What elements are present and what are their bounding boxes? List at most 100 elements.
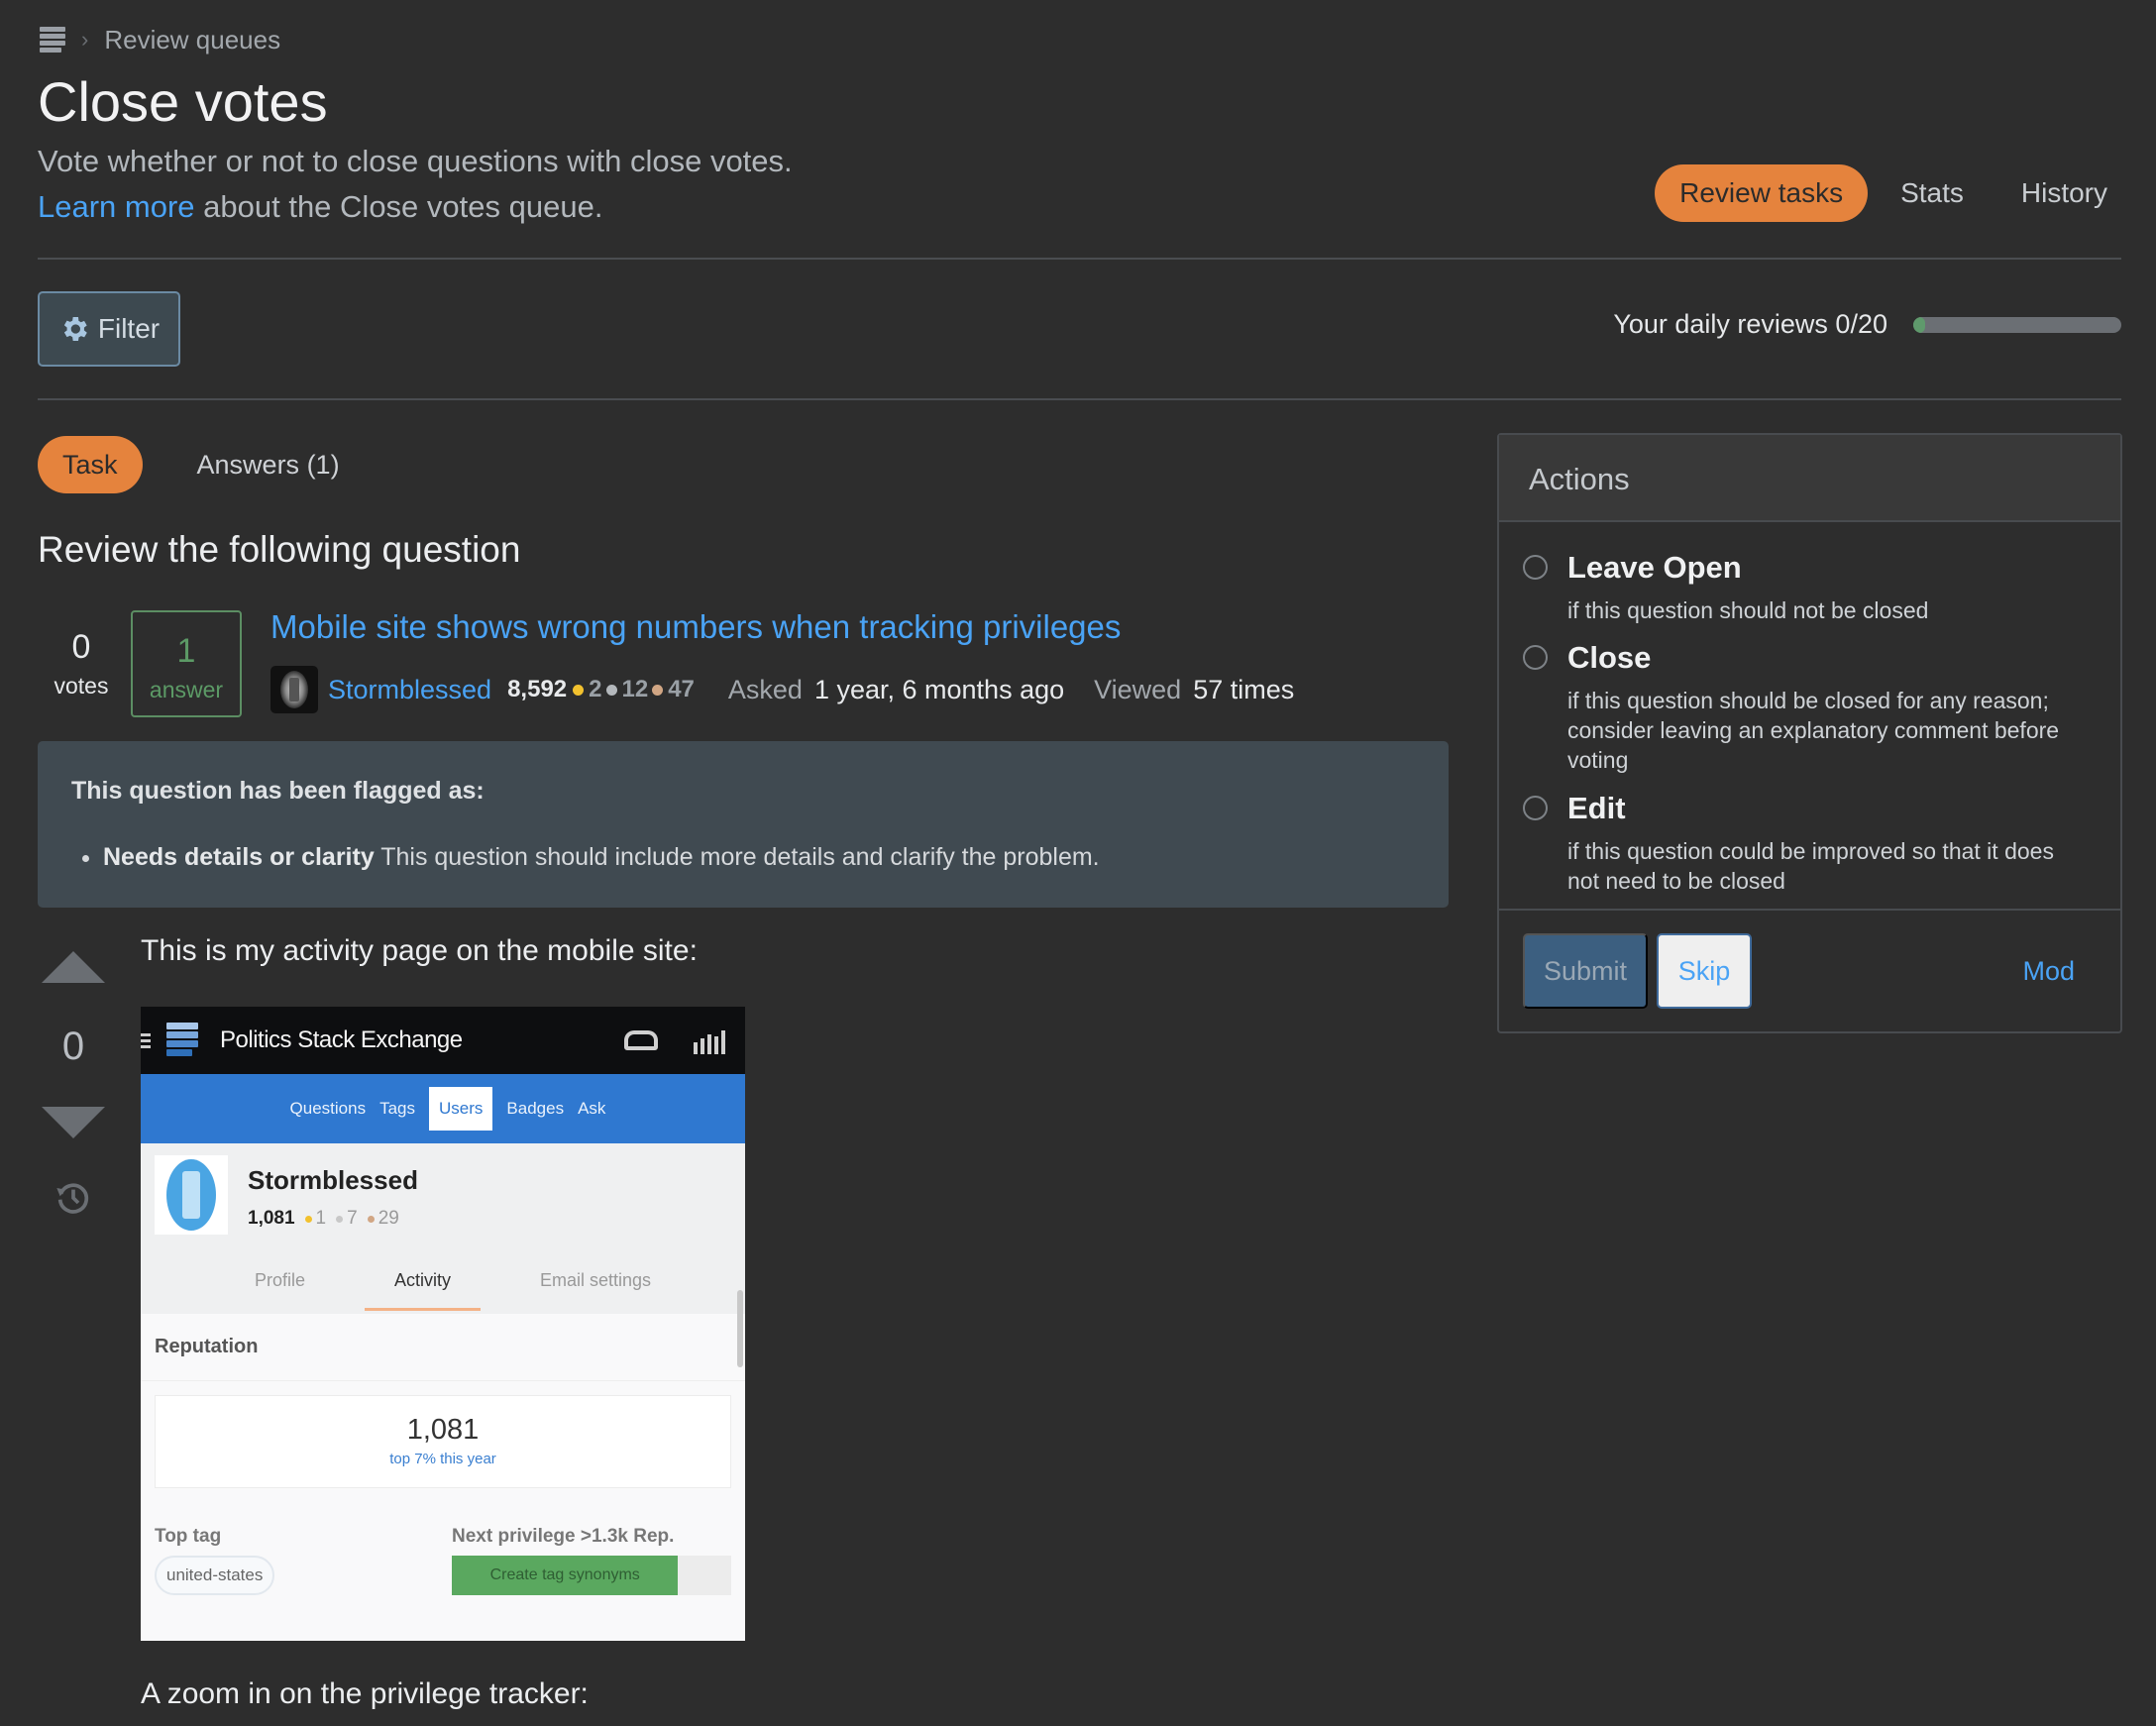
author-reputation: 8,592 <box>507 676 568 702</box>
tab-task[interactable]: Task <box>38 436 143 493</box>
tab-answers[interactable]: Answers (1) <box>172 436 365 493</box>
avatar[interactable] <box>270 666 318 713</box>
gold-badge-icon <box>573 684 585 696</box>
mobile-privilege-progress-fill: Create tag synonyms <box>452 1556 679 1595</box>
downvote-button[interactable] <box>42 1107 105 1138</box>
divider <box>38 258 2121 260</box>
mobile-top-tag: united-states <box>155 1556 275 1595</box>
votes-label: votes <box>54 673 109 699</box>
option-text: Leave Open if this question should not be… <box>1567 550 2083 625</box>
mobile-avatar <box>155 1155 228 1235</box>
mobile-rep: 1,081 <box>248 1208 295 1229</box>
flag-reason-description: This question should include more detail… <box>374 843 1100 871</box>
review-heading: Review the following question <box>38 529 521 570</box>
mobile-nav-questions: Questions <box>289 1099 367 1118</box>
mobile-nav-tags: Tags <box>379 1099 416 1118</box>
leave-open-radio[interactable] <box>1523 555 1548 580</box>
mobile-rep-box: 1,081 top 7% this year <box>155 1395 731 1488</box>
mobile-rep-big: 1,081 <box>406 1414 480 1446</box>
submit-button[interactable]: Submit <box>1523 933 1648 1009</box>
option-description: if this question should not be closed <box>1567 597 1929 623</box>
post-paragraph: This is my activity page on the mobile s… <box>141 934 698 967</box>
mod-link[interactable]: Mod <box>2022 956 2075 987</box>
hamburger-icon <box>141 1030 151 1051</box>
learn-more-text: about the Close votes queue. <box>194 189 603 224</box>
author-link[interactable]: Stormblessed <box>328 675 491 705</box>
learn-more-line: Learn more about the Close votes queue. <box>38 189 602 225</box>
silver-badge-count: 12 <box>621 676 649 702</box>
answer-label: answer <box>149 677 224 702</box>
bronze-badges: 47 <box>652 676 695 703</box>
option-label: Close <box>1567 640 1652 675</box>
option-description: if this question should be closed for an… <box>1567 688 2060 773</box>
learn-more-link[interactable]: Learn more <box>38 189 195 224</box>
divider <box>38 398 2121 400</box>
post-paragraph: A zoom in on the privilege tracker: <box>141 1677 589 1710</box>
viewed-value: 57 times <box>1193 674 1295 704</box>
flag-notice: This question has been flagged as: Needs… <box>38 741 1449 908</box>
question-title-link[interactable]: Mobile site shows wrong numbers when tra… <box>270 608 1121 646</box>
history-icon[interactable] <box>54 1178 93 1218</box>
actions-divider <box>1499 909 2120 911</box>
asked-label: Asked <box>727 674 803 704</box>
breadcrumb-review-queues[interactable]: Review queues <box>104 25 280 55</box>
gold-badge-count: 2 <box>589 676 602 702</box>
gear-icon <box>63 317 87 341</box>
gold-badges: 2 <box>573 676 602 703</box>
close-radio[interactable] <box>1523 645 1548 670</box>
option-text: Edit if this question could be improved s… <box>1567 791 2083 896</box>
page-subtitle: Vote whether or not to close questions w… <box>38 144 793 178</box>
daily-reviews-label: Your daily reviews 0/20 <box>1613 309 1887 339</box>
page-title: Close votes <box>38 70 328 133</box>
option-text: Close if this question should be closed f… <box>1567 640 2083 775</box>
asked-value: 1 year, 6 months ago <box>813 674 1065 704</box>
filter-button[interactable]: Filter <box>38 291 180 367</box>
answer-count-stat: 1 answer <box>131 610 242 717</box>
option-edit[interactable]: Edit if this question could be improved s… <box>1523 791 2083 896</box>
mobile-tab-email: Email settings <box>540 1270 652 1290</box>
review-nav: Review tasks Stats History <box>1655 164 2132 222</box>
edit-radio[interactable] <box>1523 796 1548 820</box>
mobile-gold: 1 <box>304 1208 326 1230</box>
bronze-badge-icon <box>652 684 664 696</box>
viewed-label: Viewed <box>1094 674 1182 704</box>
stack-exchange-logo-icon[interactable] <box>40 25 65 54</box>
silver-badges: 12 <box>605 676 649 703</box>
mobile-next-privilege-label: Next privilege >1.3k Rep. <box>452 1526 675 1547</box>
mobile-scrollbar <box>737 1290 743 1367</box>
mobile-privilege-block: Next privilege >1.3k Rep. Create tag syn… <box>452 1526 731 1595</box>
option-leave-open[interactable]: Leave Open if this question should not be… <box>1523 550 2083 625</box>
post-vote-controls: 0 <box>38 949 109 1218</box>
mobile-bronze: 29 <box>367 1208 399 1230</box>
actions-panel: Actions Leave Open if this question shoul… <box>1497 433 2122 1033</box>
mobile-rep-rank: top 7% this year <box>389 1451 496 1467</box>
flag-heading: This question has been flagged as: <box>71 777 485 805</box>
nav-history[interactable]: History <box>1996 164 2132 222</box>
daily-reviews: Your daily reviews 0/20 <box>1613 309 2121 340</box>
nav-stats[interactable]: Stats <box>1876 164 1989 222</box>
mobile-top-tag-label: Top tag <box>155 1526 222 1547</box>
achievements-icon <box>694 1025 725 1054</box>
skip-button[interactable]: Skip <box>1657 933 1752 1009</box>
option-description: if this question could be improved so th… <box>1567 838 2054 894</box>
question-meta: Stormblessed 8,592 2 12 47 Asked 1 year,… <box>270 666 1294 713</box>
mobile-top-tag-block: Top tag united-states <box>155 1526 275 1595</box>
upvote-button[interactable] <box>42 951 105 983</box>
chevron-right-icon: › <box>81 27 89 52</box>
bronze-badge-count: 47 <box>668 676 695 702</box>
mobile-tab-activity: Activity <box>364 1270 481 1311</box>
silver-badge-icon <box>605 684 617 696</box>
mobile-nav-badges: Badges <box>506 1099 565 1118</box>
actions-title: Actions <box>1499 435 2120 522</box>
flag-reason-item: Needs details or clarity This question s… <box>103 843 1415 872</box>
vote-count-stat: 0 votes <box>50 628 113 700</box>
nav-review-tasks[interactable]: Review tasks <box>1655 164 1869 222</box>
task-tabs: Task Answers (1) <box>38 436 365 493</box>
mobile-silver: 7 <box>336 1208 358 1230</box>
option-close[interactable]: Close if this question should be closed f… <box>1523 640 2083 775</box>
option-label: Leave Open <box>1567 550 1742 585</box>
answer-count: 1 <box>176 632 196 670</box>
mobile-profile-header: Stormblessed 1,081 1 7 29 Profile Activi… <box>141 1143 745 1367</box>
post-screenshot-image[interactable]: Politics Stack Exchange Questions Tags U… <box>141 1007 745 1641</box>
mobile-bottom-row: Top tag united-states Next privilege >1.… <box>141 1488 745 1595</box>
